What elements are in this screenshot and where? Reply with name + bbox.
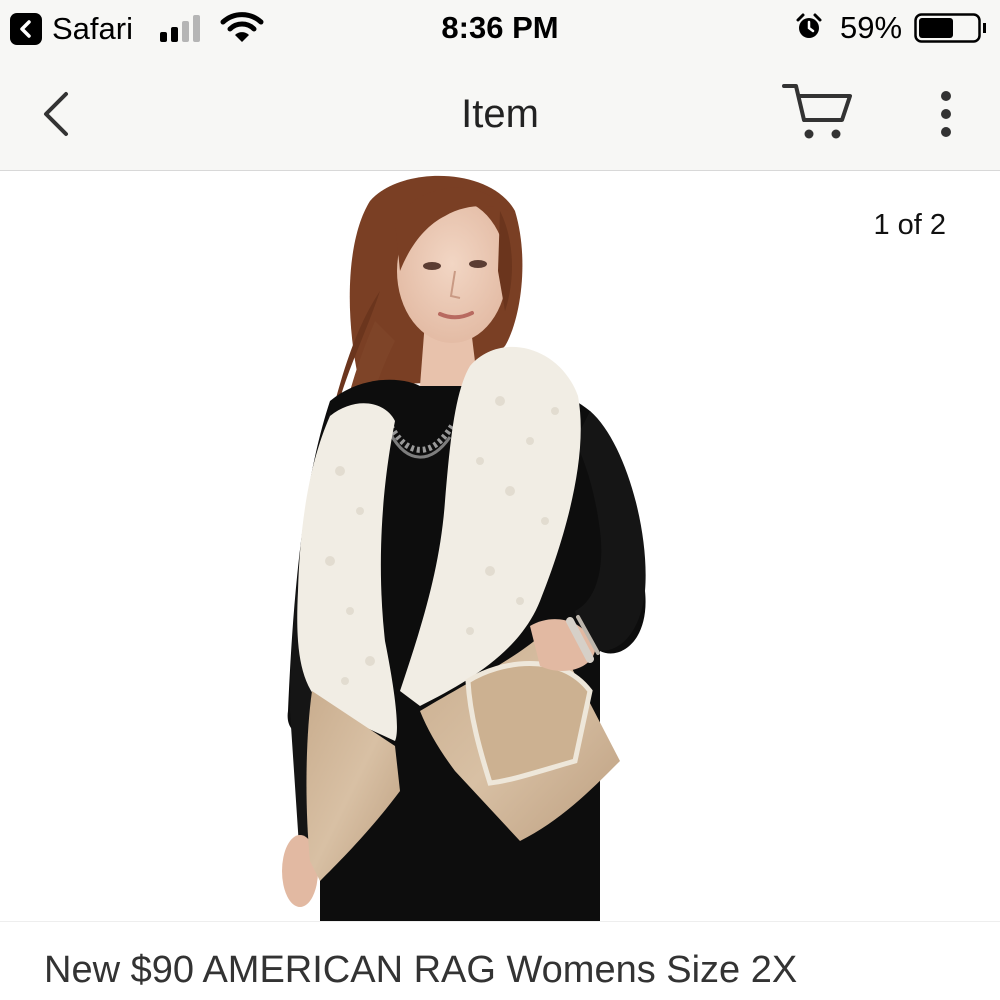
more-vertical-icon[interactable] [930, 88, 962, 140]
battery-percent: 59% [840, 10, 903, 45]
alarm-icon [796, 13, 822, 38]
nav-bar: Item [0, 58, 1000, 171]
product-title: New $90 AMERICAN RAG Womens Size 2X [44, 949, 798, 991]
image-counter: 1 of 2 [859, 197, 960, 253]
product-photo [282, 175, 646, 921]
cart-icon[interactable] [780, 80, 856, 146]
status-bar: Safari 8:36 PM 59% [0, 0, 1000, 58]
product-image-gallery[interactable]: 1 of 2 [0, 171, 1000, 921]
screen: Safari 8:36 PM 59% Item 1 of 2 New $90 A… [0, 0, 1000, 1000]
product-title-section: New $90 AMERICAN RAG Womens Size 2X [0, 921, 1000, 1000]
battery-icon [914, 13, 986, 43]
